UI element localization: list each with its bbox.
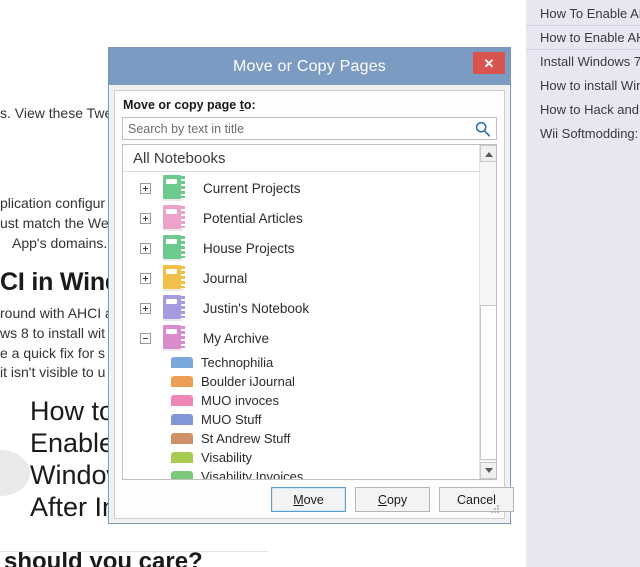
notebook-icon [163,175,186,201]
tree-header: All Notebooks [123,145,496,172]
section-row[interactable]: MUO Stuff [123,410,479,429]
search-icon[interactable] [474,120,492,138]
move-button[interactable]: Move [271,487,346,512]
related-links-list[interactable]: How To Enable AHHow to Enable AHCInstall… [526,2,640,170]
expand-icon[interactable] [140,182,151,194]
related-link-item[interactable]: Wii Softmodding: C [526,122,640,146]
section-name: St Andrew Stuff [201,431,291,446]
article-paragraph: e a quick fix for s [0,345,106,361]
move-to-label: Move or copy page to: [123,98,256,112]
notebook-row[interactable]: Current Projects [123,173,479,203]
expand-icon[interactable] [140,242,151,254]
section-name: Visability Invoices [201,469,304,480]
search-box[interactable] [122,117,497,140]
related-link-item[interactable]: How To Enable AH [526,2,640,26]
article-paragraph: App's domains. [12,235,108,251]
dialog-title: Move or Copy Pages [232,57,386,75]
section-row[interactable]: Technophilia [123,353,479,372]
notebook-tree[interactable]: All Notebooks Current Projects Potential … [122,144,497,480]
section-name: Technophilia [201,355,274,370]
expand-icon[interactable] [140,272,151,284]
notebook-name: House Projects [203,240,295,256]
notebook-icon [163,205,186,231]
notebook-row[interactable]: Journal [123,263,479,293]
cancel-button[interactable]: Cancel [439,487,514,512]
section-tab-icon [171,357,193,368]
notebook-row[interactable]: Potential Articles [123,203,479,233]
notebook-icon [163,295,186,321]
expand-icon[interactable] [140,302,151,314]
related-links-panel: How To Enable AHHow to Enable AHCInstall… [526,0,640,567]
horizontal-divider [0,551,268,552]
related-link-item[interactable]: How to Enable AHC [526,26,640,50]
notebook-row[interactable]: Justin's Notebook [123,293,479,323]
tree-scrollbar[interactable] [479,145,496,479]
copy-button[interactable]: Copy [355,487,430,512]
search-input[interactable] [123,118,475,139]
section-name: Visability [201,450,253,465]
notebook-name: Potential Articles [203,210,303,226]
article-paragraph: ust match the We [0,215,109,231]
article-paragraph: plication configur [0,195,106,211]
notebook-icon [163,265,186,291]
move-or-copy-pages-dialog: Move or Copy Pages ✕ Move or copy page t… [108,47,514,524]
article-heading: CI in Wind [0,268,120,296]
section-tab-icon [171,414,193,425]
scrollbar-thumb[interactable] [480,305,496,460]
notebook-name: Current Projects [203,180,301,196]
panel-empty-area [526,148,640,567]
notebook-icon [163,235,186,261]
tree-items[interactable]: Current Projects Potential Articles House … [123,173,479,480]
notebook-row[interactable]: My Archive [123,323,479,353]
section-tab-icon [171,395,193,406]
related-link-item[interactable]: How to Hack and C [526,98,640,122]
article-paragraph: s. View these Twe [0,105,113,121]
section-row[interactable]: MUO invoces [123,391,479,410]
section-row[interactable]: Boulder iJournal [123,372,479,391]
dialog-body: Move or copy page to: All Notebooks Curr… [114,90,514,519]
article-paragraph: it isn't visible to u [0,364,106,380]
section-row[interactable]: Visability Invoices [123,467,479,480]
section-name: Boulder iJournal [201,374,295,389]
dialog-titlebar[interactable]: Move or Copy Pages ✕ [109,48,510,85]
article-big-title-line: After In [30,492,118,522]
notebook-name: Journal [203,270,248,286]
scroll-up-icon[interactable] [480,145,496,162]
article-paragraph: ws 8 to install wit [0,325,106,341]
related-link-item[interactable]: Install Windows 7 i [526,50,640,74]
section-tab-icon [171,376,193,387]
notebook-icon [163,325,186,351]
section-row[interactable]: St Andrew Stuff [123,429,479,448]
scroll-down-icon[interactable] [480,462,496,479]
expand-icon[interactable] [140,212,151,224]
close-icon[interactable]: ✕ [473,52,505,74]
section-row[interactable]: Visability [123,448,479,467]
section-name: MUO Stuff [201,412,262,427]
section-tab-icon [171,433,193,444]
related-link-item[interactable]: How to install Wind [526,74,640,98]
section-tab-icon [171,452,193,463]
collapse-icon[interactable] [140,332,151,344]
notebook-name: Justin's Notebook [203,300,310,316]
section-name: MUO invoces [201,393,280,408]
resize-grip[interactable] [490,504,501,515]
notebook-name: My Archive [203,330,270,346]
notebook-row[interactable]: House Projects [123,233,479,263]
section-tab-icon [171,471,193,479]
article-paragraph: round with AHCI a [0,305,113,321]
